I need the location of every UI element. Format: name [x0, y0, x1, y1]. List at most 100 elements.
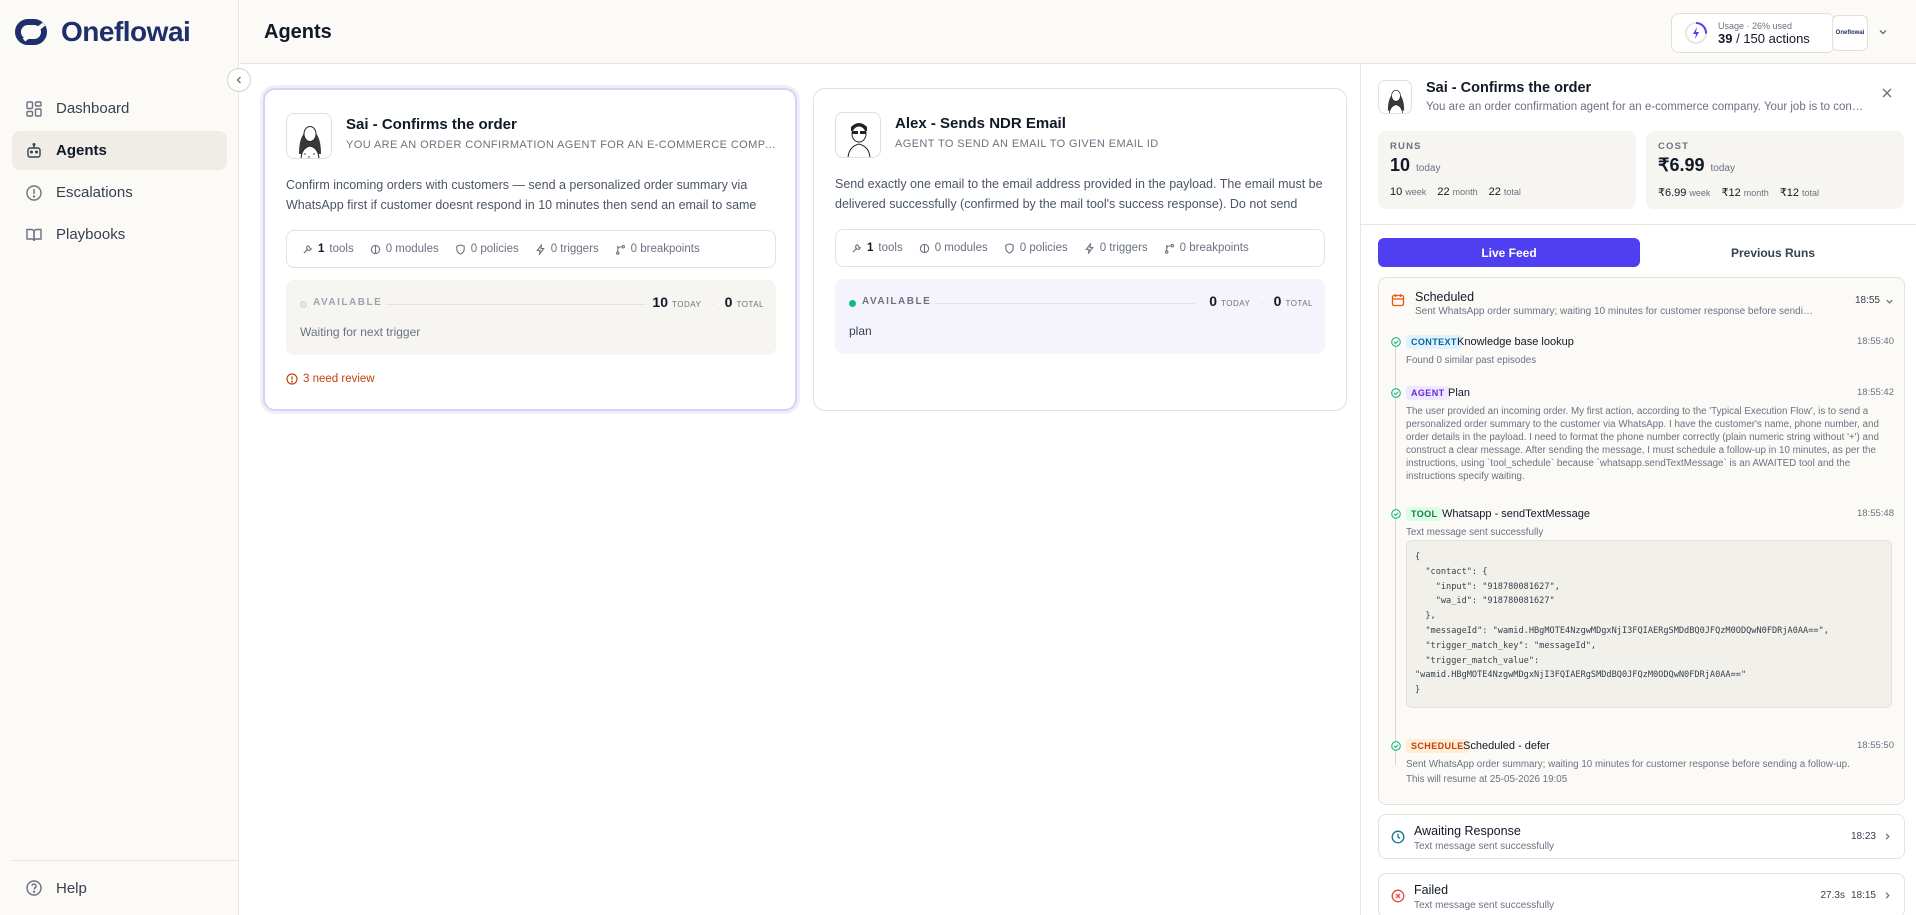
run-row-failed[interactable]: Failed Text message sent successfully 27…	[1378, 873, 1905, 915]
runs-metric: RUNS 10 today 10 week 22 month 22 total	[1378, 131, 1636, 209]
tab-previous-runs[interactable]: Previous Runs	[1642, 238, 1904, 267]
chevron-left-icon	[236, 76, 241, 84]
help-icon	[26, 880, 42, 896]
event-text: The user provided an incoming order. My …	[1406, 406, 1879, 482]
event-title: Knowledge base lookup	[1457, 336, 1574, 348]
oneflow-logo-icon	[15, 19, 47, 45]
run-time: 18:23	[1850, 831, 1876, 842]
agent-status-panel: AVAILABLE 0 TODAY · 0 TOTAL plan	[835, 279, 1325, 354]
stat-tools: 1 tools	[302, 243, 354, 255]
stat-breakpoints: 0 breakpoints	[615, 243, 700, 255]
event-schedule: SCHEDULE Scheduled - defer 18:55:50 Sent…	[1391, 739, 1894, 789]
sidebar: Oneflowai Dashboard Agents Escalations P…	[0, 0, 239, 915]
close-icon[interactable]	[1881, 87, 1893, 99]
run-row-awaiting[interactable]: Awaiting Response Text message sent succ…	[1378, 814, 1905, 859]
calendar-icon	[1391, 294, 1405, 307]
git-branch-icon	[615, 244, 625, 255]
agent-subtitle: YOU ARE AN ORDER CONFIRMATION AGENT FOR …	[346, 139, 776, 151]
sidebar-item-agents[interactable]: Agents	[12, 131, 227, 170]
needs-review-link[interactable]: 3 need review	[286, 373, 375, 385]
stat-policies: 0 policies	[1004, 242, 1068, 254]
help-label: Help	[56, 879, 87, 897]
agents-grid: Sai - Confirms the order YOU ARE AN ORDE…	[240, 64, 1360, 915]
event-title: Whatsapp - sendTextMessage	[1442, 508, 1590, 520]
event-badge: CONTEXT	[1406, 335, 1462, 349]
agent-stats: 1 tools 0 modules 0 policies 0 triggers 0…	[835, 229, 1325, 267]
check-circle-icon	[1391, 388, 1401, 398]
event-time: 18:55:42	[1857, 387, 1894, 398]
panel-agent-name: Sai - Confirms the order	[1426, 80, 1592, 96]
sidebar-item-label: Dashboard	[56, 100, 130, 117]
run-counts: 10 TODAY · 0 TOTAL	[652, 294, 764, 310]
org-avatar[interactable]: Oneflowai	[1832, 15, 1868, 51]
stat-triggers: 0 triggers	[535, 243, 599, 255]
event-text: Found 0 similar past episodes	[1406, 355, 1537, 366]
event-badge: SCHEDULE	[1406, 739, 1469, 753]
event-text: Text message sent successfully	[1406, 527, 1544, 538]
agent-card-alex[interactable]: Alex - Sends NDR Email AGENT TO SEND AN …	[813, 88, 1347, 411]
brand-name: Oneflowai	[61, 16, 191, 47]
run-title: Awaiting Response	[1414, 824, 1521, 838]
status-label: AVAILABLE	[862, 296, 932, 307]
event-badge: TOOL	[1406, 507, 1443, 521]
usage-gauge-icon	[1685, 22, 1707, 44]
check-circle-icon	[1391, 509, 1401, 519]
usage-value: 39 / 150 actions	[1718, 30, 1810, 46]
shield-icon	[1005, 242, 1014, 254]
check-circle-icon	[1391, 741, 1401, 751]
status-message: Waiting for next trigger	[300, 325, 421, 339]
status-dot	[300, 301, 307, 308]
sidebar-item-escalations[interactable]: Escalations	[12, 173, 227, 212]
zap-icon	[535, 243, 545, 255]
sidebar-item-playbooks[interactable]: Playbooks	[12, 215, 227, 254]
live-feed-run: Scheduled Sent WhatsApp order summary; w…	[1378, 277, 1905, 805]
brand-logo[interactable]: Oneflowai	[14, 16, 191, 48]
sidebar-nav: Dashboard Agents Escalations Playbooks	[12, 89, 227, 257]
stat-triggers: 0 triggers	[1084, 242, 1148, 254]
cost-metric: COST ₹6.99 today ₹6.99 week ₹12 month ₹12 to…	[1646, 131, 1904, 209]
agent-card-sai[interactable]: Sai - Confirms the order YOU ARE AN ORDE…	[263, 88, 797, 411]
event-text: Sent WhatsApp order summary; waiting 10 …	[1406, 759, 1850, 770]
x-circle-icon	[1391, 889, 1405, 903]
sidebar-item-label: Agents	[56, 142, 107, 159]
run-status-title: Scheduled	[1415, 290, 1475, 304]
shield-icon	[456, 243, 465, 255]
alert-circle-icon	[286, 373, 298, 385]
run-header[interactable]: Scheduled Sent WhatsApp order summary; w…	[1391, 290, 1894, 320]
event-time: 18:55:40	[1857, 336, 1894, 347]
tool-response-json: { "contact": { "input": "918780081627", …	[1406, 540, 1892, 708]
clock-icon	[1391, 830, 1405, 844]
dashboard-icon	[26, 100, 42, 117]
agent-name: Alex - Sends NDR Email	[895, 115, 1066, 132]
sidebar-item-dashboard[interactable]: Dashboard	[12, 89, 227, 128]
status-divider	[386, 304, 646, 305]
run-subtitle: Text message sent successfully	[1414, 900, 1555, 911]
check-circle-icon	[1391, 337, 1401, 347]
divider	[1361, 224, 1916, 225]
panel-agent-description: You are an order confirmation agent for …	[1426, 101, 1866, 113]
chevron-down-icon[interactable]	[1878, 27, 1888, 37]
module-icon	[370, 244, 380, 254]
stat-policies: 0 policies	[455, 243, 519, 255]
run-counts: 0 TODAY · 0 TOTAL	[1209, 293, 1313, 309]
event-time: 18:55:48	[1857, 508, 1894, 519]
sidebar-item-label: Escalations	[56, 184, 133, 201]
agent-status-panel: AVAILABLE 10 TODAY · 0 TOTAL Waiting for n…	[286, 280, 776, 355]
org-logo: Oneflowai	[1835, 30, 1865, 36]
collapse-sidebar-button[interactable]	[227, 68, 251, 92]
sidebar-item-label: Playbooks	[56, 226, 126, 243]
help-link[interactable]: Help	[12, 860, 239, 915]
avatar	[835, 112, 881, 158]
agent-detail-panel: Sai - Confirms the order You are an orde…	[1360, 64, 1916, 915]
tab-live-feed[interactable]: Live Feed	[1378, 238, 1640, 267]
zap-icon	[1084, 242, 1094, 254]
book-icon	[26, 228, 42, 241]
run-time: 18:55	[1854, 295, 1880, 306]
run-time: 27.3s 18:15	[1820, 890, 1877, 901]
usage-widget[interactable]: Usage · 26% used 39 / 150 actions	[1671, 13, 1835, 53]
event-badge: AGENT	[1406, 386, 1450, 400]
event-time: 18:55:50	[1857, 740, 1894, 751]
run-status-subtitle: Sent WhatsApp order summary; waiting 10 …	[1415, 306, 1815, 317]
agent-description: Confirm incoming orders with customers —…	[286, 178, 757, 212]
agent-avatar-male	[847, 123, 871, 157]
